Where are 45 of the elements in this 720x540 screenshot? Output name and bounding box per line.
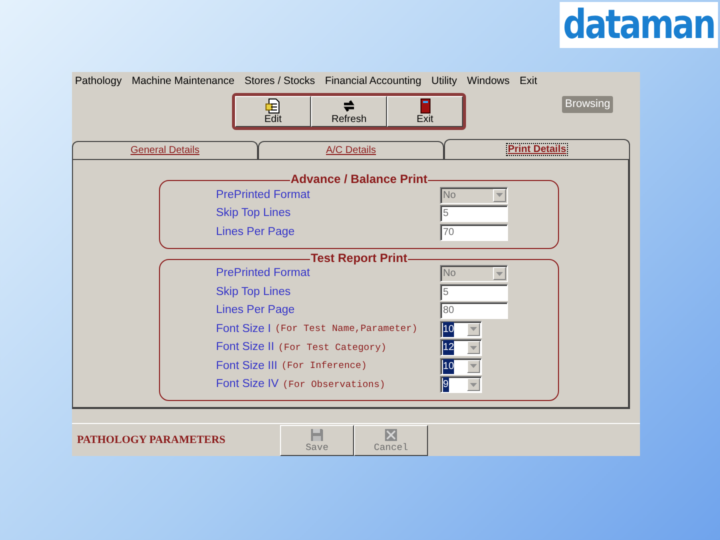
dropdown-arrow-icon — [496, 272, 503, 276]
dropdown-arrow-icon — [470, 327, 477, 332]
field-label: Skip Top Lines — [216, 206, 291, 222]
dropdown-arrow-icon — [470, 382, 477, 387]
menu-item[interactable]: Utility — [431, 74, 458, 88]
field-label: PrePrinted Format — [216, 188, 310, 203]
form-title: PATHOLOGY PARAMETERS — [76, 432, 226, 448]
field-label: Font Size II — [216, 340, 274, 356]
field-label: Font Size IV — [216, 377, 279, 392]
menu-item[interactable]: Exit — [520, 74, 538, 88]
tab[interactable]: A/C Details — [258, 141, 444, 159]
field-label: Lines Per Page — [216, 303, 295, 318]
field-label: Lines Per Page — [216, 224, 295, 240]
dropdown[interactable]: 10 — [440, 320, 482, 338]
document-x-icon — [384, 428, 398, 442]
field-hint: (For Observations) — [282, 378, 386, 392]
toolbar-button[interactable]: Exit — [387, 96, 463, 126]
document-icon — [265, 98, 281, 114]
dropdown[interactable]: 9 — [440, 376, 482, 394]
field-label: Skip Top Lines — [216, 284, 291, 300]
arrows-icon — [341, 98, 357, 114]
menu-item[interactable]: Machine Maintenance — [132, 74, 234, 88]
field-label: Font Size I — [216, 322, 271, 337]
field-label: PrePrinted Format — [216, 266, 310, 282]
field-hint: (For Test Category) — [278, 340, 386, 355]
dropdown-arrow-icon — [470, 346, 477, 350]
menu-item[interactable]: Windows — [467, 74, 510, 88]
toolbar-button[interactable]: Edit — [235, 96, 311, 126]
menu-item[interactable]: Pathology — [75, 74, 122, 88]
field-hint: (For Inference) — [281, 359, 367, 374]
toolbar-button[interactable]: Refresh — [311, 96, 387, 126]
logo: dataman — [560, 2, 718, 48]
field-label: Font Size III — [216, 358, 278, 374]
dropdown-arrow-icon — [496, 193, 503, 198]
tab[interactable]: Print Details — [444, 139, 630, 159]
dropdown[interactable]: 12 — [440, 339, 482, 356]
group-title: Test Report Print — [310, 250, 408, 264]
menu-item[interactable]: Financial Accounting — [325, 74, 422, 88]
menu-item[interactable]: Stores / Stocks — [244, 74, 316, 88]
dropdown[interactable]: 10 — [440, 358, 482, 375]
field-hint: (For Test Name,Parameter) — [274, 322, 418, 336]
status-text: Browsing — [562, 96, 614, 112]
tab[interactable]: General Details — [72, 141, 258, 159]
group-title: Advance / Balance Print — [290, 172, 428, 186]
dropdown-arrow-icon — [470, 364, 477, 368]
